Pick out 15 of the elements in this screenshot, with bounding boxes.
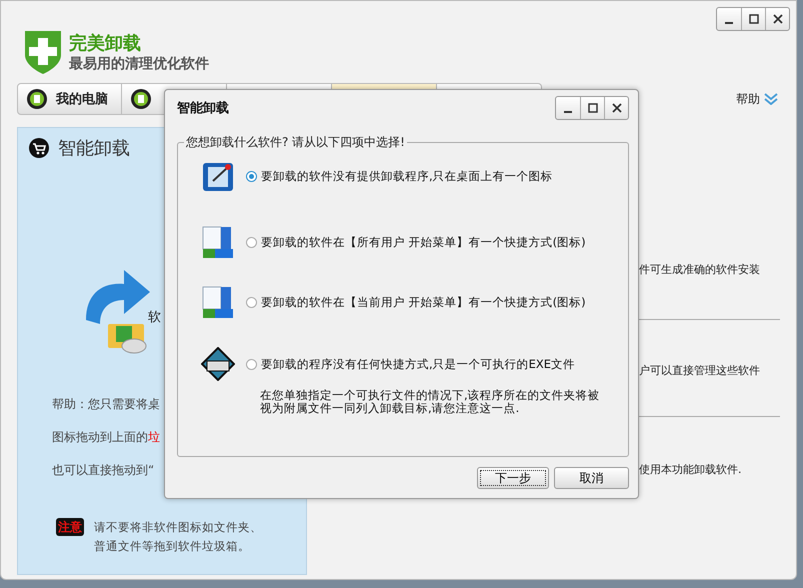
group-label: 您想卸载什么软件? 请从以下四项中选择! bbox=[184, 134, 407, 151]
help-text: 也可以直接拖动到“ bbox=[52, 462, 154, 478]
note-label: 注意 bbox=[56, 518, 84, 536]
option-note: 在您单独指定一个可执行文件的情况下,该程序所在的文件夹将被视为附属文件一同列入卸载目标,请您注意这一点. bbox=[260, 389, 601, 415]
help-text: 帮助：您只需要将桌 bbox=[52, 396, 160, 412]
description-text: 使用本功能卸载软件. bbox=[639, 462, 742, 477]
note-text: 请不要将非软件图标如文件夹、普通文件等拖到软件垃圾箱。 bbox=[94, 519, 263, 555]
drop-label: 软 bbox=[148, 309, 161, 326]
description-text: 件可生成准确的软件安装 bbox=[639, 262, 760, 277]
app-title: 完美卸载 bbox=[69, 33, 142, 55]
description-text: 户可以直接管理这些软件 bbox=[639, 363, 760, 378]
help-text: 图标拖动到上面的垃 bbox=[52, 429, 160, 445]
dialog-title: 智能卸载 bbox=[177, 100, 229, 117]
panel-title: 智能卸载 bbox=[58, 137, 130, 160]
app-subtitle: 最易用的清理优化软件 bbox=[69, 55, 209, 73]
